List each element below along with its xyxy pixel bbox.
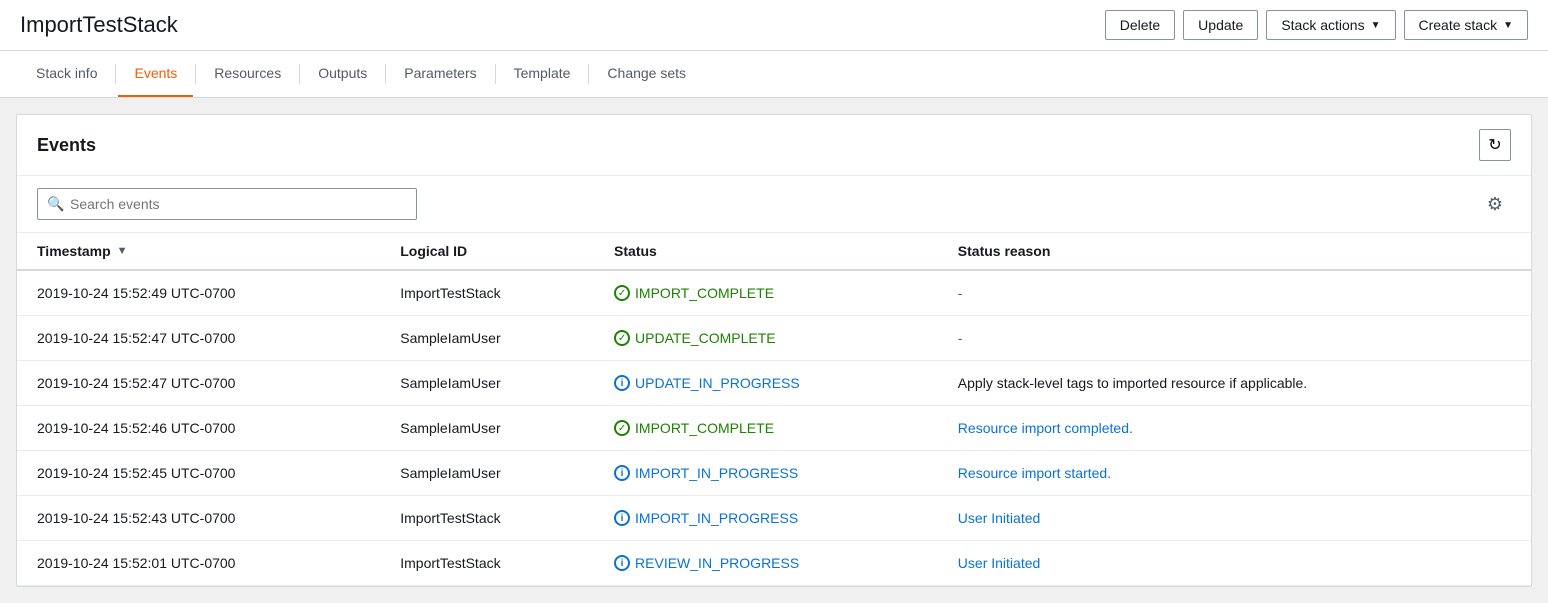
dash-value: -	[958, 285, 963, 301]
cell-status-reason: -	[938, 270, 1531, 316]
info-icon: i	[614, 465, 630, 481]
status-reason-link[interactable]: User Initiated	[958, 510, 1040, 526]
status-badge: ✓UPDATE_COMPLETE	[614, 330, 918, 346]
events-table-wrapper: Timestamp ▼ Logical ID Status Status rea…	[17, 233, 1531, 586]
cell-status: iIMPORT_IN_PROGRESS	[594, 451, 938, 496]
col-header-timestamp: Timestamp ▼	[17, 233, 380, 270]
col-header-logical-id: Logical ID	[380, 233, 594, 270]
page-header: ImportTestStack Delete Update Stack acti…	[0, 0, 1548, 51]
col-header-status: Status	[594, 233, 938, 270]
cell-timestamp: 2019-10-24 15:52:01 UTC-0700	[17, 541, 380, 586]
cell-logical-id: ImportTestStack	[380, 496, 594, 541]
tab-stack-info[interactable]: Stack info	[20, 51, 113, 97]
tab-divider-2	[195, 64, 196, 84]
gear-icon: ⚙	[1487, 194, 1503, 215]
cell-logical-id: ImportTestStack	[380, 541, 594, 586]
cell-status-reason: Apply stack-level tags to imported resou…	[938, 361, 1531, 406]
cell-status-reason: Resource import started.	[938, 451, 1531, 496]
refresh-button[interactable]: ↻	[1479, 129, 1511, 161]
check-icon: ✓	[614, 330, 630, 346]
dash-value: -	[958, 330, 963, 346]
table-row: 2019-10-24 15:52:46 UTC-0700SampleIamUse…	[17, 406, 1531, 451]
stack-actions-button[interactable]: Stack actions	[1266, 10, 1395, 40]
status-reason-link[interactable]: Resource import completed.	[958, 420, 1133, 436]
cell-status: iUPDATE_IN_PROGRESS	[594, 361, 938, 406]
table-row: 2019-10-24 15:52:01 UTC-0700ImportTestSt…	[17, 541, 1531, 586]
status-reason-text: Apply stack-level tags to imported resou…	[958, 375, 1307, 391]
cell-status-reason: Resource import completed.	[938, 406, 1531, 451]
cell-timestamp: 2019-10-24 15:52:43 UTC-0700	[17, 496, 380, 541]
status-badge: ✓IMPORT_COMPLETE	[614, 285, 918, 301]
table-row: 2019-10-24 15:52:45 UTC-0700SampleIamUse…	[17, 451, 1531, 496]
tab-template[interactable]: Template	[498, 51, 587, 97]
check-icon: ✓	[614, 420, 630, 436]
cell-logical-id: SampleIamUser	[380, 316, 594, 361]
events-panel: Events ↻ 🔍 ⚙ Timestam	[16, 114, 1532, 587]
tab-divider	[115, 64, 116, 84]
panel-header: Events ↻	[17, 115, 1531, 176]
table-row: 2019-10-24 15:52:43 UTC-0700ImportTestSt…	[17, 496, 1531, 541]
tab-events[interactable]: Events	[118, 51, 193, 97]
tab-divider-3	[299, 64, 300, 84]
cell-timestamp: 2019-10-24 15:52:47 UTC-0700	[17, 361, 380, 406]
tab-change-sets[interactable]: Change sets	[591, 51, 702, 97]
cell-logical-id: SampleIamUser	[380, 406, 594, 451]
status-badge: iREVIEW_IN_PROGRESS	[614, 555, 918, 571]
table-row: 2019-10-24 15:52:47 UTC-0700SampleIamUse…	[17, 361, 1531, 406]
search-input[interactable]	[37, 188, 417, 220]
cell-status-reason: User Initiated	[938, 496, 1531, 541]
cell-status: ✓IMPORT_COMPLETE	[594, 270, 938, 316]
cell-logical-id: ImportTestStack	[380, 270, 594, 316]
tab-divider-4	[385, 64, 386, 84]
table-row: 2019-10-24 15:52:49 UTC-0700ImportTestSt…	[17, 270, 1531, 316]
page-title: ImportTestStack	[20, 12, 178, 38]
info-icon: i	[614, 510, 630, 526]
status-badge: ✓IMPORT_COMPLETE	[614, 420, 918, 436]
cell-timestamp: 2019-10-24 15:52:46 UTC-0700	[17, 406, 380, 451]
status-badge: iUPDATE_IN_PROGRESS	[614, 375, 918, 391]
search-container: 🔍 ⚙	[17, 176, 1531, 233]
events-table: Timestamp ▼ Logical ID Status Status rea…	[17, 233, 1531, 586]
cell-status: iIMPORT_IN_PROGRESS	[594, 496, 938, 541]
cell-status-reason: -	[938, 316, 1531, 361]
cell-timestamp: 2019-10-24 15:52:45 UTC-0700	[17, 451, 380, 496]
info-icon: i	[614, 555, 630, 571]
cell-status: ✓IMPORT_COMPLETE	[594, 406, 938, 451]
main-content: Events ↻ 🔍 ⚙ Timestam	[0, 98, 1548, 603]
check-icon: ✓	[614, 285, 630, 301]
cell-status: iREVIEW_IN_PROGRESS	[594, 541, 938, 586]
status-badge: iIMPORT_IN_PROGRESS	[614, 465, 918, 481]
sort-icon[interactable]: ▼	[117, 245, 128, 257]
tab-divider-5	[495, 64, 496, 84]
search-input-wrapper: 🔍	[37, 188, 417, 220]
create-stack-button[interactable]: Create stack	[1404, 10, 1529, 40]
tab-resources[interactable]: Resources	[198, 51, 297, 97]
search-icon: 🔍	[47, 196, 64, 213]
cell-logical-id: SampleIamUser	[380, 451, 594, 496]
table-row: 2019-10-24 15:52:47 UTC-0700SampleIamUse…	[17, 316, 1531, 361]
cell-logical-id: SampleIamUser	[380, 361, 594, 406]
cell-status-reason: User Initiated	[938, 541, 1531, 586]
cell-timestamp: 2019-10-24 15:52:47 UTC-0700	[17, 316, 380, 361]
table-header-row: Timestamp ▼ Logical ID Status Status rea…	[17, 233, 1531, 270]
header-actions: Delete Update Stack actions Create stack	[1105, 10, 1528, 40]
status-reason-link[interactable]: Resource import started.	[958, 465, 1111, 481]
info-icon: i	[614, 375, 630, 391]
refresh-icon: ↻	[1488, 135, 1501, 155]
col-header-status-reason: Status reason	[938, 233, 1531, 270]
cell-timestamp: 2019-10-24 15:52:49 UTC-0700	[17, 270, 380, 316]
tab-parameters[interactable]: Parameters	[388, 51, 492, 97]
events-panel-title: Events	[37, 135, 96, 156]
delete-button[interactable]: Delete	[1105, 10, 1175, 40]
tab-divider-6	[588, 64, 589, 84]
settings-button[interactable]: ⚙	[1479, 188, 1511, 220]
update-button[interactable]: Update	[1183, 10, 1258, 40]
status-badge: iIMPORT_IN_PROGRESS	[614, 510, 918, 526]
tabs-bar: Stack info Events Resources Outputs Para…	[0, 51, 1548, 98]
cell-status: ✓UPDATE_COMPLETE	[594, 316, 938, 361]
status-reason-link[interactable]: User Initiated	[958, 555, 1040, 571]
tab-outputs[interactable]: Outputs	[302, 51, 383, 97]
